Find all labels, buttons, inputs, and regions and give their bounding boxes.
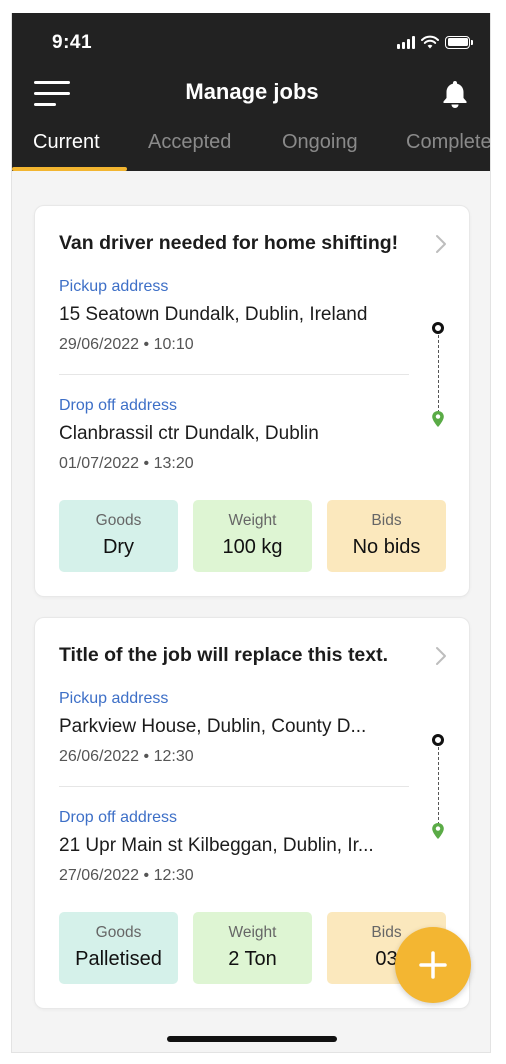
page-title: Manage jobs xyxy=(185,79,319,104)
route-line xyxy=(431,734,447,842)
job-card[interactable]: Van driver needed for home shifting! Pic… xyxy=(34,205,470,597)
dropoff-label: Drop off address xyxy=(59,809,177,826)
job-stats: Goods Dry Weight 100 kg Bids No bids xyxy=(59,500,446,572)
goods-value: Palletised xyxy=(75,948,162,970)
bids-value: No bids xyxy=(352,536,421,558)
pickup-dot-icon xyxy=(432,322,444,334)
bell-icon[interactable] xyxy=(442,79,468,109)
job-status-tabs: Current Accepted Ongoing Complete xyxy=(12,127,490,171)
job-title: Van driver needed for home shifting! xyxy=(59,232,399,254)
dropoff-datetime: 01/07/2022 • 13:20 xyxy=(59,455,194,472)
job-title: Title of the job will replace this text. xyxy=(59,644,389,666)
pickup-address: 15 Seatown Dundalk, Dublin, Ireland xyxy=(59,304,368,325)
job-stats: Goods Palletised Weight 2 Ton Bids 03 xyxy=(59,912,446,984)
pickup-datetime: 29/06/2022 • 10:10 xyxy=(59,336,194,353)
goods-stat: Goods Dry xyxy=(59,500,178,572)
dropoff-address: Clanbrassil ctr Dundalk, Dublin xyxy=(59,423,319,444)
route-line xyxy=(431,322,447,430)
dropoff-datetime: 27/06/2022 • 12:30 xyxy=(59,867,194,884)
map-pin-icon xyxy=(432,823,444,839)
home-indicator[interactable] xyxy=(167,1036,337,1042)
battery-icon xyxy=(445,35,473,49)
bids-label: Bids xyxy=(371,512,402,529)
pickup-label: Pickup address xyxy=(59,278,169,295)
weight-value: 100 kg xyxy=(222,536,283,558)
map-pin-icon xyxy=(432,411,444,427)
chevron-right-icon[interactable] xyxy=(435,646,447,666)
pickup-label: Pickup address xyxy=(59,690,169,707)
tab-current[interactable]: Current xyxy=(33,131,100,154)
app-header: 9:41 Manage jobs Current Accepted Ongoin… xyxy=(12,13,490,171)
pickup-datetime: 26/06/2022 • 12:30 xyxy=(59,748,194,765)
weight-stat: Weight 2 Ton xyxy=(193,912,312,984)
dropoff-address: 21 Upr Main st Kilbeggan, Dublin, Ir... xyxy=(59,835,374,856)
weight-stat: Weight 100 kg xyxy=(193,500,312,572)
weight-label: Weight xyxy=(228,512,277,529)
chevron-right-icon[interactable] xyxy=(435,234,447,254)
tab-accepted[interactable]: Accepted xyxy=(148,131,231,154)
add-job-button[interactable] xyxy=(395,927,471,1003)
goods-label: Goods xyxy=(95,924,142,941)
address-divider xyxy=(59,786,409,787)
pickup-address: Parkview House, Dublin, County D... xyxy=(59,716,367,737)
wifi-icon xyxy=(421,35,439,49)
signal-icon xyxy=(397,35,415,49)
status-time: 9:41 xyxy=(52,32,93,53)
active-tab-indicator xyxy=(12,167,127,171)
goods-stat: Goods Palletised xyxy=(59,912,178,984)
tab-ongoing[interactable]: Ongoing xyxy=(282,131,358,154)
goods-value: Dry xyxy=(102,536,135,558)
weight-label: Weight xyxy=(228,924,277,941)
weight-value: 2 Ton xyxy=(228,948,277,970)
pickup-dot-icon xyxy=(432,734,444,746)
goods-label: Goods xyxy=(95,512,142,529)
address-divider xyxy=(59,374,409,375)
dropoff-label: Drop off address xyxy=(59,397,177,414)
phone-screen: 9:41 Manage jobs Current Accepted Ongoin… xyxy=(11,13,491,1053)
status-icons xyxy=(397,35,473,49)
plus-icon xyxy=(419,951,447,979)
tab-complete[interactable]: Complete xyxy=(406,131,490,154)
bids-stat: Bids No bids xyxy=(327,500,446,572)
